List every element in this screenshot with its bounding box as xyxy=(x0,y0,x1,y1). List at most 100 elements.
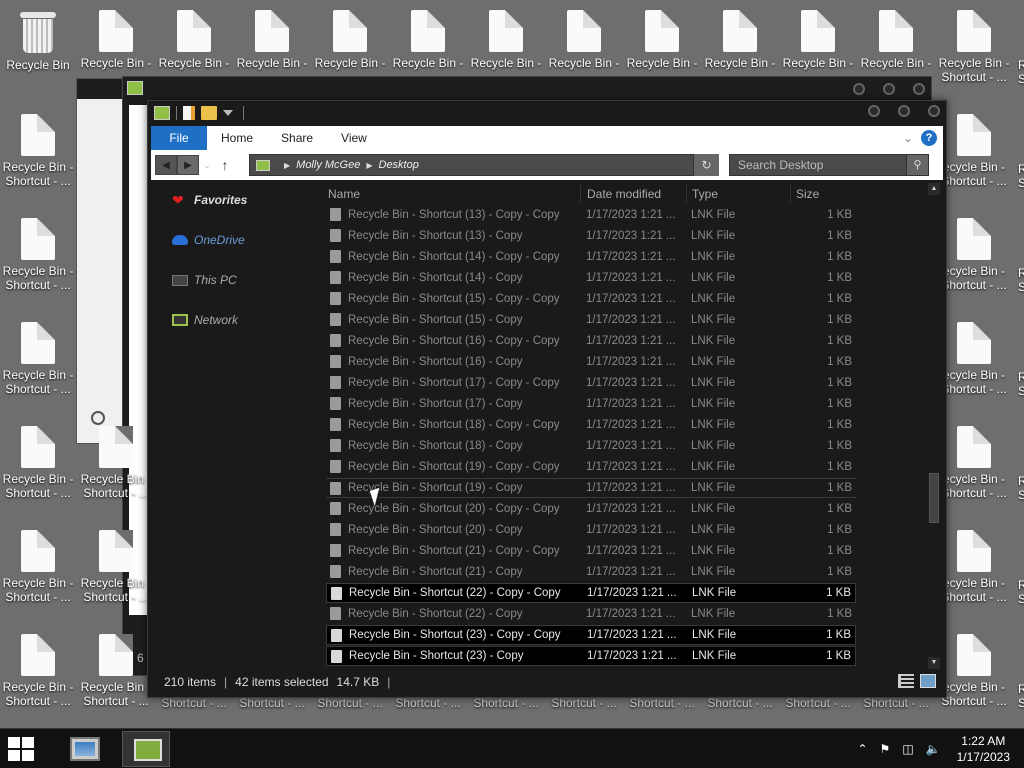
desktop-shortcut-icon[interactable]: Recycle Bin - Shortcut - ... xyxy=(0,218,76,292)
search-icon[interactable]: ⚲ xyxy=(906,155,928,175)
breadcrumb-user[interactable]: Molly McGee xyxy=(296,159,360,171)
search-input[interactable]: Search Desktop ⚲ xyxy=(729,154,929,176)
desktop-icon-recycle-bin[interactable]: Recycle Bin xyxy=(0,10,76,72)
large-icons-view-icon[interactable] xyxy=(920,674,936,688)
breadcrumb-arrow-icon[interactable]: ▶ xyxy=(284,161,290,170)
desktop-shortcut-icon[interactable]: Recycle Bin - xyxy=(156,10,232,70)
scroll-up-icon[interactable]: ▲ xyxy=(928,183,940,195)
file-row[interactable]: Recycle Bin - Shortcut (13) - Copy - Cop… xyxy=(326,205,856,225)
desktop-shortcut-icon[interactable]: ecycle Bin - Shortcut - ... xyxy=(936,114,1012,188)
file-row[interactable]: Recycle Bin - Shortcut (20) - Copy - Cop… xyxy=(326,499,856,519)
desktop-shortcut-icon[interactable]: Recycle Bin - xyxy=(468,10,544,70)
chevron-down-icon[interactable] xyxy=(223,110,233,116)
tab-share[interactable]: Share xyxy=(267,126,327,150)
expand-ribbon-icon[interactable]: ⌄ xyxy=(903,131,913,145)
nav-favorites[interactable]: ❤ Favorites xyxy=(172,193,247,207)
details-view-icon[interactable] xyxy=(898,674,914,688)
help-icon[interactable]: ? xyxy=(921,130,937,146)
file-row[interactable]: Recycle Bin - Shortcut (21) - Copy 1/17/2… xyxy=(326,562,856,582)
tab-file[interactable]: File xyxy=(151,126,207,150)
file-row[interactable]: Recycle Bin - Shortcut (17) - Copy 1/17/2… xyxy=(326,394,856,414)
title-bar[interactable] xyxy=(148,101,946,125)
scroll-thumb[interactable] xyxy=(929,473,939,523)
file-row[interactable]: Recycle Bin - Shortcut (18) - Copy 1/17/2… xyxy=(326,436,856,456)
taskbar-file-explorer[interactable] xyxy=(122,731,170,767)
forward-button[interactable]: ▶ xyxy=(177,155,199,175)
desktop-shortcut-icon[interactable]: Recycle Bin - Shortcut - ... xyxy=(0,426,76,500)
desktop-shortcut-icon[interactable]: Recycle Bin - Shortcut - ... xyxy=(936,10,1012,84)
nav-onedrive[interactable]: OneDrive xyxy=(172,233,245,247)
file-row[interactable]: Recycle Bin - Shortcut (23) - Copy - Cop… xyxy=(326,625,856,645)
desktop-shortcut-icon[interactable]: Recycle Bin - xyxy=(234,10,310,70)
desktop-shortcut-icon[interactable]: Recycle Bin - xyxy=(78,10,154,70)
taskbar-performance-monitor[interactable] xyxy=(62,731,110,767)
minimize-button[interactable] xyxy=(868,105,880,117)
desktop-shortcut-icon[interactable]: Recycle Bin - Shortcut - ... xyxy=(0,530,76,604)
desktop-shortcut-icon[interactable]: Recycle Bin - xyxy=(390,10,466,70)
vertical-scrollbar[interactable]: ▲ ▼ xyxy=(928,183,940,669)
breadcrumb-desktop[interactable]: Desktop xyxy=(379,159,419,171)
file-row[interactable]: Recycle Bin - Shortcut (15) - Copy 1/17/2… xyxy=(326,310,856,330)
up-button[interactable]: ↑ xyxy=(215,157,235,173)
file-row[interactable]: Recycle Bin - Shortcut (17) - Copy - Cop… xyxy=(326,373,856,393)
desktop-shortcut-icon[interactable]: Recycle Bin - Shortcut - ... xyxy=(0,634,76,708)
start-button[interactable] xyxy=(8,737,38,763)
nav-network[interactable]: Network xyxy=(172,313,238,327)
file-row[interactable]: Recycle Bin - Shortcut (22) - Copy - Cop… xyxy=(326,583,856,603)
desktop-shortcut-icon[interactable]: ecycle Bin - Shortcut - ... xyxy=(936,634,1012,708)
desktop-shortcut-icon[interactable]: ecycle Bin - Shortcut - ... xyxy=(936,322,1012,396)
file-explorer-window[interactable]: File Home Share View ⌄ ? ◀ ▶ ⌄ ↑ ▶ Molly… xyxy=(147,100,947,698)
desktop-shortcut-icon[interactable]: ecycle Bin - Shortcut - ... xyxy=(936,218,1012,292)
desktop-shortcut-icon[interactable]: Recycle Bin - Shortcut - ... xyxy=(0,114,76,188)
network-status-icon[interactable]: ◫ xyxy=(902,742,913,756)
nav-this-pc[interactable]: This PC xyxy=(172,273,237,287)
flag-icon[interactable]: ⚑ xyxy=(880,742,891,756)
file-row[interactable]: Recycle Bin - Shortcut (21) - Copy - Cop… xyxy=(326,541,856,561)
desktop-shortcut-icon[interactable]: Recycle Bin - Shortcut - ... xyxy=(78,530,154,604)
file-row[interactable]: Recycle Bin - Shortcut (16) - Copy - Cop… xyxy=(326,331,856,351)
tab-view[interactable]: View xyxy=(327,126,381,150)
desktop-shortcut-icon[interactable]: Recycle Bin - xyxy=(702,10,778,70)
desktop-shortcut-icon[interactable]: Recycle Bin - xyxy=(546,10,622,70)
volume-icon[interactable]: 🔈 xyxy=(926,742,941,756)
file-row[interactable]: Recycle Bin - Shortcut (20) - Copy 1/17/2… xyxy=(326,520,856,540)
desktop-shortcut-icon[interactable]: ecycle Bin - Shortcut - ... xyxy=(936,426,1012,500)
clock[interactable]: 1:22 AM 1/17/2023 xyxy=(957,733,1010,765)
file-row[interactable]: Recycle Bin - Shortcut (16) - Copy 1/17/2… xyxy=(326,352,856,372)
desktop-shortcut-icon[interactable]: Recycle Bin - Shortcut - ... xyxy=(78,634,154,708)
desktop-shortcut-icon[interactable]: ecycle Bin - Shortcut - ... xyxy=(936,530,1012,604)
file-row[interactable]: Recycle Bin - Shortcut (15) - Copy - Cop… xyxy=(326,289,856,309)
refresh-icon[interactable]: ↻ xyxy=(693,154,719,176)
desktop-shortcut-icon[interactable]: Recycle Bin - xyxy=(858,10,934,70)
new-folder-icon[interactable] xyxy=(201,106,217,120)
file-row[interactable]: Recycle Bin - Shortcut (23) - Copy 1/17/2… xyxy=(326,646,856,666)
properties-icon[interactable] xyxy=(183,106,195,120)
desktop-shortcut-icon[interactable]: Recycle Bin - xyxy=(780,10,856,70)
desktop-shortcut-icon[interactable]: Recycle Bin - xyxy=(312,10,388,70)
column-size[interactable]: Size xyxy=(796,187,819,201)
recent-locations-icon[interactable]: ⌄ xyxy=(199,160,215,171)
file-row[interactable]: Recycle Bin - Shortcut (19) - Copy 1/17/2… xyxy=(326,478,856,498)
breadcrumb-arrow-icon[interactable]: ▶ xyxy=(366,161,372,170)
file-row[interactable]: Recycle Bin - Shortcut (14) - Copy - Cop… xyxy=(326,247,856,267)
file-row[interactable]: Recycle Bin - Shortcut (14) - Copy 1/17/2… xyxy=(326,268,856,288)
tab-home[interactable]: Home xyxy=(207,126,267,150)
file-row[interactable]: Recycle Bin - Shortcut (13) - Copy 1/17/2… xyxy=(326,226,856,246)
column-type[interactable]: Type xyxy=(692,187,718,201)
file-row[interactable]: Recycle Bin - Shortcut (22) - Copy 1/17/2… xyxy=(326,604,856,624)
lnk-file-icon xyxy=(330,502,341,515)
desktop-shortcut-icon[interactable]: Recycle Bin - Shortcut - ... xyxy=(0,322,76,396)
chevron-down-icon[interactable] xyxy=(91,411,105,425)
column-name[interactable]: Name xyxy=(328,187,360,201)
show-hidden-icons-icon[interactable]: ⌃ xyxy=(857,742,867,756)
file-row[interactable]: Recycle Bin - Shortcut (18) - Copy - Cop… xyxy=(326,415,856,435)
address-bar[interactable]: ▶ Molly McGee ▶ Desktop xyxy=(249,154,719,176)
file-row[interactable]: Recycle Bin - Shortcut (19) - Copy - Cop… xyxy=(326,457,856,477)
back-button[interactable]: ◀ xyxy=(155,155,177,175)
maximize-button[interactable] xyxy=(898,105,910,117)
column-date-modified[interactable]: Date modified xyxy=(587,187,661,201)
desktop-shortcut-icon[interactable]: Recycle Bin - xyxy=(624,10,700,70)
close-button[interactable] xyxy=(928,105,940,117)
desktop-shortcut-icon[interactable]: Recycle Bin - Shortcut - ... xyxy=(78,426,154,500)
window-controls[interactable] xyxy=(853,83,925,95)
